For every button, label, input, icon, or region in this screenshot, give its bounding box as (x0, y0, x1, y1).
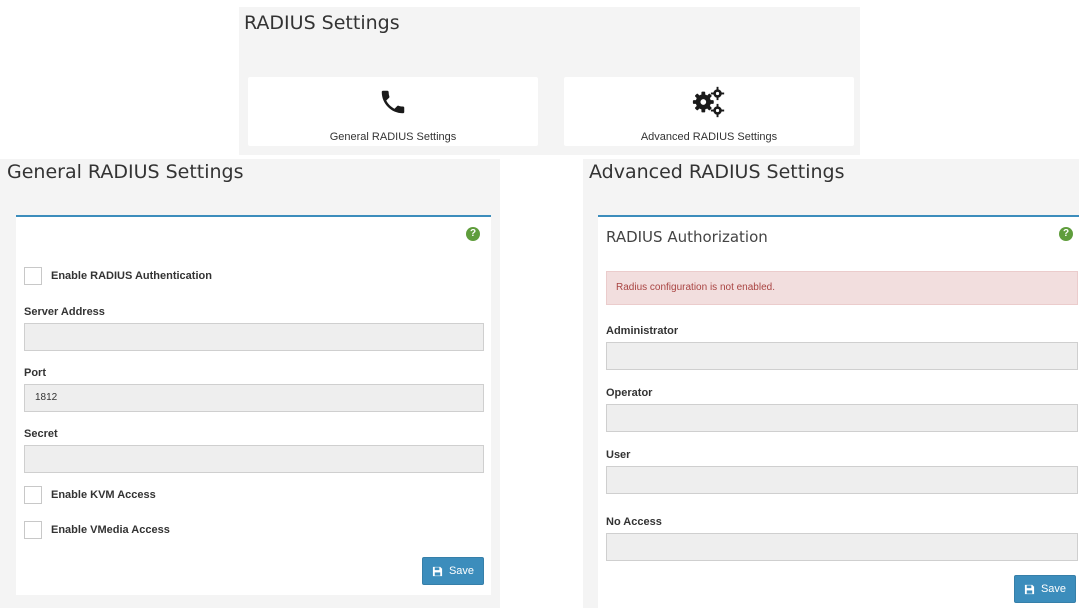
advanced-radius-settings-tile[interactable]: Advanced RADIUS Settings (564, 77, 854, 146)
port-label: Port (24, 367, 46, 379)
server-address-label: Server Address (24, 306, 105, 318)
enable-radius-authentication-checkbox[interactable] (24, 267, 42, 285)
help-icon[interactable]: ? (1059, 227, 1073, 241)
tile-label: General RADIUS Settings (329, 131, 457, 143)
enable-kvm-access-row: Enable KVM Access (24, 486, 156, 504)
checkbox-label: Enable KVM Access (51, 489, 156, 501)
radius-authorization-form: RADIUS Authorization ? Radius configurat… (598, 215, 1079, 608)
secret-input[interactable] (24, 445, 484, 473)
save-icon (1024, 584, 1035, 594)
radius-settings-panel: RADIUS Settings General RADIUS Settings (239, 7, 860, 155)
advanced-radius-settings-section: Advanced RADIUS Settings RADIUS Authoriz… (583, 159, 1079, 608)
operator-input[interactable] (606, 404, 1078, 432)
enable-vmedia-access-checkbox[interactable] (24, 521, 42, 539)
radius-not-enabled-alert: Radius configuration is not enabled. (606, 271, 1078, 305)
enable-radius-authentication-row: Enable RADIUS Authentication (24, 267, 212, 285)
section-title: General RADIUS Settings (7, 161, 244, 183)
port-input[interactable]: 1812 (24, 384, 484, 412)
general-settings-form: ? Enable RADIUS Authentication Server Ad… (16, 215, 491, 595)
checkbox-label: Enable VMedia Access (51, 524, 170, 536)
phone-icon (375, 84, 411, 120)
general-radius-settings-tile[interactable]: General RADIUS Settings (248, 77, 538, 146)
administrator-label: Administrator (606, 325, 679, 337)
save-button[interactable]: Save (1014, 575, 1076, 603)
tile-label: Advanced RADIUS Settings (640, 131, 778, 143)
radius-authorization-title: RADIUS Authorization (606, 228, 768, 246)
save-button[interactable]: Save (422, 557, 484, 585)
checkbox-label: Enable RADIUS Authentication (51, 270, 212, 282)
enable-vmedia-access-row: Enable VMedia Access (24, 521, 170, 539)
page-title: RADIUS Settings (244, 12, 400, 34)
user-input[interactable] (606, 466, 1078, 494)
no-access-input[interactable] (606, 533, 1078, 561)
gears-icon (691, 84, 727, 120)
no-access-label: No Access (606, 516, 662, 528)
help-icon[interactable]: ? (466, 227, 480, 241)
section-title: Advanced RADIUS Settings (589, 161, 845, 183)
save-label: Save (1040, 583, 1067, 595)
enable-kvm-access-checkbox[interactable] (24, 486, 42, 504)
save-label: Save (448, 565, 475, 577)
secret-label: Secret (24, 428, 58, 440)
save-icon (432, 566, 443, 576)
server-address-input[interactable] (24, 323, 484, 351)
general-radius-settings-section: General RADIUS Settings ? Enable RADIUS … (0, 159, 500, 608)
user-label: User (606, 449, 631, 461)
administrator-input[interactable] (606, 342, 1078, 370)
operator-label: Operator (606, 387, 653, 399)
